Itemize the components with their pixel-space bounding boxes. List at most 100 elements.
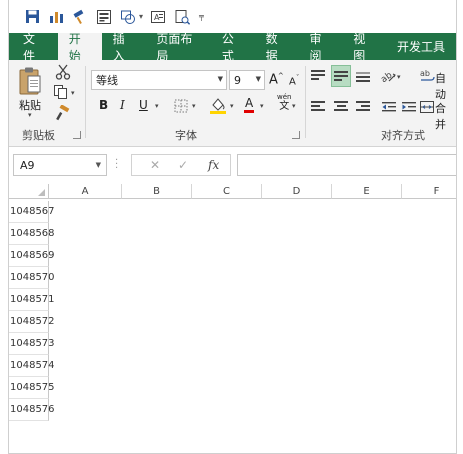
row-header[interactable]: 1048570 bbox=[9, 267, 55, 289]
fill-color-dropdown-icon[interactable]: ▾ bbox=[230, 102, 234, 110]
column-header[interactable]: C bbox=[192, 184, 262, 199]
shape-dropdown-icon[interactable]: ▾ bbox=[139, 12, 143, 21]
shrink-font-button[interactable]: Aˇ bbox=[289, 74, 299, 87]
tab-formulas[interactable]: 公式 bbox=[211, 32, 255, 63]
row-header[interactable]: 1048573 bbox=[9, 333, 55, 355]
tab-developer[interactable]: 开发工具 bbox=[386, 33, 456, 60]
quick-access-toolbar: ▾ A ╤ bbox=[9, 0, 456, 33]
paste-dropdown-icon[interactable]: ▾ bbox=[28, 111, 32, 119]
border-icon[interactable] bbox=[173, 98, 189, 114]
alignment-group-label: 对齐方式 bbox=[381, 129, 425, 142]
chart-icon[interactable] bbox=[47, 8, 65, 26]
fill-color-icon[interactable] bbox=[209, 96, 226, 114]
align-middle-button[interactable] bbox=[331, 65, 351, 87]
orientation-icon[interactable]: ab bbox=[379, 68, 396, 85]
paste-button[interactable] bbox=[17, 66, 43, 96]
select-all-button[interactable] bbox=[9, 184, 49, 199]
format-painter-ribbon-icon[interactable] bbox=[55, 104, 71, 121]
border-dropdown-icon[interactable]: ▾ bbox=[192, 102, 196, 110]
clipboard-launcher-icon[interactable] bbox=[73, 131, 81, 139]
underline-dropdown-icon[interactable]: ▾ bbox=[155, 102, 159, 110]
grow-font-label: A bbox=[269, 72, 278, 88]
shape-icon[interactable] bbox=[119, 8, 137, 26]
font-name-value: 等线 bbox=[96, 74, 118, 87]
customize-qat-icon[interactable]: ╤ bbox=[199, 12, 204, 21]
underline-button[interactable]: U bbox=[139, 98, 148, 112]
group-separator bbox=[305, 66, 306, 138]
row-header[interactable]: 1048567 bbox=[9, 201, 55, 223]
preview-icon[interactable] bbox=[173, 8, 191, 26]
increase-indent-icon[interactable] bbox=[401, 99, 417, 115]
shrink-font-label: A bbox=[289, 76, 296, 88]
formula-bar-grip-icon[interactable]: · · · bbox=[115, 156, 118, 174]
copy-dropdown-icon[interactable]: ▾ bbox=[71, 89, 75, 97]
font-size-combo[interactable]: 9 ▼ bbox=[229, 70, 265, 90]
ribbon: 粘贴 ▾ ▾ 剪贴板 等线 ▼ 9 ▼ A^ Aˇ B I U ▾ ▾ ▾ A … bbox=[9, 60, 456, 147]
decrease-indent-icon[interactable] bbox=[381, 99, 397, 115]
column-header[interactable]: B bbox=[122, 184, 192, 199]
copy-icon[interactable] bbox=[53, 84, 69, 100]
tab-file[interactable]: 文件 bbox=[9, 32, 58, 63]
align-bottom-icon[interactable] bbox=[356, 72, 370, 84]
worksheet-grid: A B C D E F 1048567 1048568 1048569 1048… bbox=[9, 184, 456, 453]
font-name-dropdown-icon[interactable]: ▼ bbox=[218, 75, 223, 83]
name-box[interactable]: A9 ▼ bbox=[13, 154, 107, 176]
formula-input[interactable] bbox=[237, 154, 456, 176]
font-color-dropdown-icon[interactable]: ▾ bbox=[260, 102, 264, 110]
svg-text:ab: ab bbox=[420, 69, 430, 78]
bold-button[interactable]: B bbox=[99, 98, 108, 112]
font-size-dropdown-icon[interactable]: ▼ bbox=[256, 75, 261, 83]
align-right-icon[interactable] bbox=[356, 101, 370, 113]
row-header[interactable]: 1048575 bbox=[9, 377, 55, 399]
tab-data[interactable]: 数据 bbox=[255, 32, 299, 63]
row-header[interactable]: 1048571 bbox=[9, 289, 55, 311]
merge-label[interactable]: 合并 bbox=[435, 100, 456, 132]
tab-page-layout[interactable]: 页面布局 bbox=[145, 32, 211, 63]
name-box-dropdown-icon[interactable]: ▼ bbox=[96, 161, 101, 169]
name-box-value: A9 bbox=[20, 158, 35, 172]
phonetic-bottom-label: 文 bbox=[279, 101, 290, 112]
row-header[interactable]: 1048572 bbox=[9, 311, 55, 333]
tab-insert[interactable]: 插入 bbox=[102, 32, 146, 63]
row-header[interactable]: 1048576 bbox=[9, 399, 55, 421]
formula-buttons: ✕ ✓ fx bbox=[131, 154, 231, 176]
row-header[interactable]: 1048574 bbox=[9, 355, 55, 377]
align-left-icon[interactable] bbox=[311, 101, 325, 113]
phonetic-button[interactable]: wén 文 bbox=[277, 93, 291, 112]
column-header[interactable]: A bbox=[49, 184, 122, 199]
formula-bar: A9 ▼ · · · ✕ ✓ fx bbox=[9, 148, 456, 182]
font-size-value: 9 bbox=[234, 73, 241, 87]
textbox-icon[interactable]: A bbox=[149, 8, 167, 26]
excel-window: ▾ A ╤ 文件 开始 插入 页面布局 公式 数据 审阅 视图 开发工具 粘贴 … bbox=[8, 0, 457, 454]
insert-function-icon[interactable]: fx bbox=[208, 158, 219, 172]
italic-button[interactable]: I bbox=[120, 98, 125, 112]
confirm-icon[interactable]: ✓ bbox=[178, 158, 188, 172]
wrap-text-icon[interactable]: ab bbox=[419, 68, 435, 84]
wrap-text-label[interactable]: 自动 bbox=[435, 70, 456, 102]
orientation-dropdown-icon[interactable]: ▾ bbox=[397, 73, 401, 81]
grow-font-button[interactable]: A^ bbox=[269, 72, 284, 87]
phonetic-dropdown-icon[interactable]: ▾ bbox=[292, 102, 296, 110]
cancel-icon[interactable]: ✕ bbox=[150, 158, 160, 172]
align-top-icon[interactable] bbox=[311, 70, 325, 82]
row-header[interactable]: 1048568 bbox=[9, 223, 55, 245]
font-launcher-icon[interactable] bbox=[292, 131, 300, 139]
tab-view[interactable]: 视图 bbox=[342, 32, 386, 63]
row-header[interactable]: 1048569 bbox=[9, 245, 55, 267]
tab-home[interactable]: 开始 bbox=[57, 32, 102, 63]
ribbon-tabs: 文件 开始 插入 页面布局 公式 数据 审阅 视图 开发工具 bbox=[9, 32, 456, 63]
column-header[interactable]: E bbox=[332, 184, 402, 199]
column-header[interactable]: D bbox=[262, 184, 332, 199]
align-center-icon[interactable] bbox=[334, 101, 348, 113]
form-icon[interactable] bbox=[95, 8, 113, 26]
align-middle-icon bbox=[334, 71, 348, 83]
tab-review[interactable]: 审阅 bbox=[298, 32, 342, 63]
merge-center-icon[interactable] bbox=[419, 99, 435, 115]
cut-icon[interactable] bbox=[55, 64, 71, 80]
format-painter-icon[interactable] bbox=[71, 8, 89, 26]
font-name-combo[interactable]: 等线 ▼ bbox=[91, 70, 227, 90]
font-color-button[interactable]: A bbox=[244, 96, 255, 113]
column-header[interactable]: F bbox=[402, 184, 456, 199]
save-icon[interactable] bbox=[23, 8, 41, 26]
font-group-label: 字体 bbox=[175, 129, 197, 142]
